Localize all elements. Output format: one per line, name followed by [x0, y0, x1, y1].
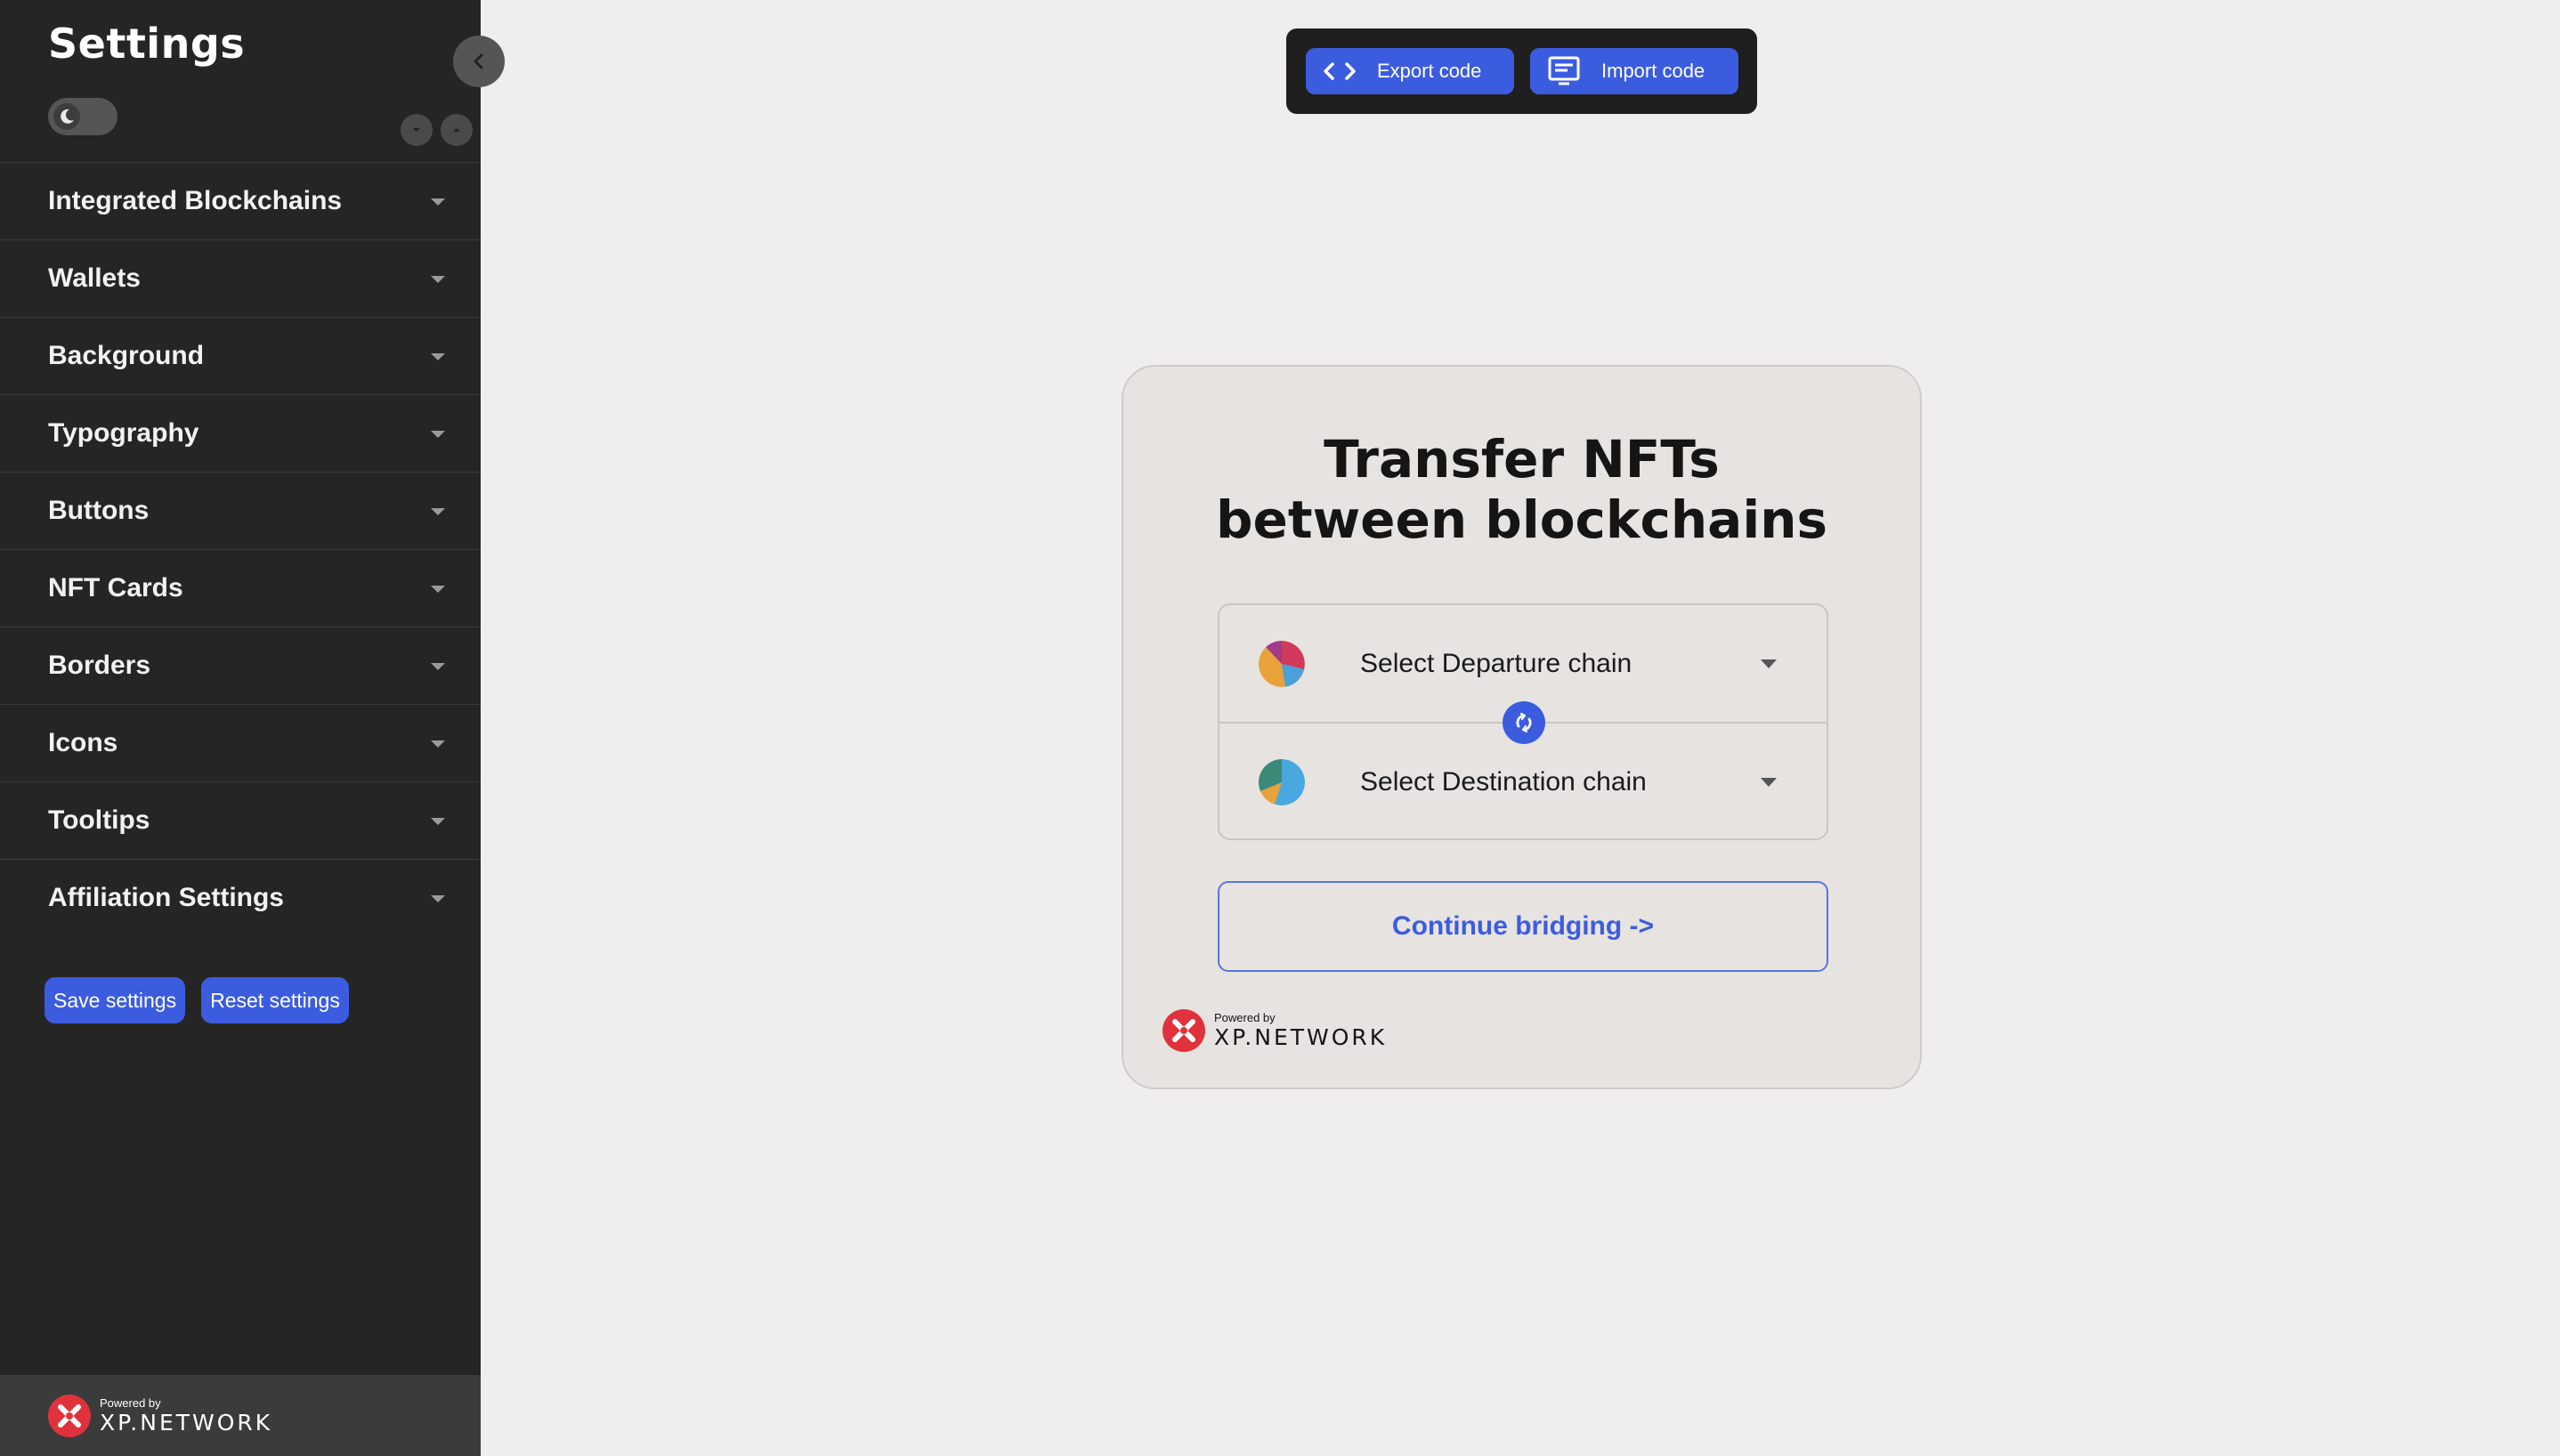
chevron-down-icon — [413, 128, 420, 132]
caret-down-icon — [431, 431, 445, 438]
menu-item-label: Affiliation Settings — [48, 883, 284, 912]
moon-icon — [53, 103, 80, 130]
menu-item-label: Background — [48, 341, 205, 370]
settings-menu: Integrated Blockchains Wallets Backgroun… — [0, 162, 481, 936]
caret-down-icon — [431, 353, 445, 360]
chevron-down-icon — [1761, 659, 1777, 668]
chevron-left-icon — [474, 53, 483, 69]
theme-toggle[interactable] — [48, 98, 117, 135]
export-code-button[interactable]: Export code — [1306, 48, 1514, 94]
chain-selector: Select Departure chain Select Destinatio… — [1218, 603, 1828, 840]
code-icon — [1324, 62, 1356, 80]
sidebar-footer: Powered by XP.NETWORK — [0, 1375, 481, 1456]
menu-item-typography[interactable]: Typography — [0, 394, 481, 472]
export-code-label: Export code — [1377, 60, 1482, 82]
menu-item-label: Buttons — [48, 496, 150, 525]
caret-down-icon — [431, 508, 445, 515]
destination-chain-select[interactable]: Select Destination chain — [1219, 724, 1827, 840]
xp-network-logo-icon — [1163, 1009, 1205, 1052]
powered-by-text: Powered by — [1214, 1011, 1276, 1024]
sidebar-actions: Save settings Reset settings — [45, 977, 349, 1023]
menu-item-label: Icons — [48, 728, 118, 757]
collapse-all-button[interactable] — [441, 114, 473, 146]
powered-by-text: Powered by — [100, 1396, 161, 1410]
caret-down-icon — [431, 276, 445, 283]
destination-chain-placeholder: Select Destination chain — [1360, 766, 1647, 797]
departure-chain-icon — [1259, 640, 1305, 687]
chevron-up-icon — [453, 128, 460, 132]
menu-item-integrated-blockchains[interactable]: Integrated Blockchains — [0, 162, 481, 239]
menu-item-label: Integrated Blockchains — [48, 186, 343, 215]
xp-network-logo: Powered by XP.NETWORK — [48, 1395, 272, 1437]
import-code-label: Import code — [1601, 60, 1705, 82]
xp-network-logo-icon — [48, 1395, 91, 1437]
menu-item-wallets[interactable]: Wallets — [0, 239, 481, 317]
menu-item-nft-cards[interactable]: NFT Cards — [0, 549, 481, 627]
caret-down-icon — [431, 586, 445, 593]
card-title: Transfer NFTs between blockchains — [1123, 429, 1920, 550]
menu-item-tooltips[interactable]: Tooltips — [0, 781, 481, 859]
menu-item-icons[interactable]: Icons — [0, 704, 481, 781]
card-title-line-2: between blockchains — [1215, 489, 1828, 550]
save-settings-button[interactable]: Save settings — [45, 977, 186, 1023]
brand-name: XP.NETWORK — [1214, 1024, 1388, 1050]
xp-network-logo: Powered by XP.NETWORK — [1163, 1009, 1387, 1052]
menu-item-label: Typography — [48, 418, 199, 448]
caret-down-icon — [431, 740, 445, 748]
menu-item-buttons[interactable]: Buttons — [0, 472, 481, 549]
departure-chain-placeholder: Select Departure chain — [1360, 648, 1632, 678]
import-icon — [1548, 56, 1580, 85]
caret-down-icon — [431, 663, 445, 670]
menu-item-borders[interactable]: Borders — [0, 627, 481, 704]
caret-down-icon — [431, 818, 445, 825]
brand-name: XP.NETWORK — [100, 1410, 273, 1436]
caret-down-icon — [431, 895, 445, 902]
menu-item-label: Tooltips — [48, 805, 150, 835]
bridge-card: Transfer NFTs between blockchains Select… — [1122, 365, 1922, 1089]
menu-item-label: Borders — [48, 651, 151, 680]
menu-item-affiliation-settings[interactable]: Affiliation Settings — [0, 859, 481, 936]
menu-item-background[interactable]: Background — [0, 317, 481, 394]
destination-chain-icon — [1259, 758, 1305, 805]
reset-settings-button[interactable]: Reset settings — [201, 977, 349, 1023]
card-title-line-1: Transfer NFTs — [1324, 429, 1720, 489]
menu-item-label: NFT Cards — [48, 573, 183, 603]
menu-item-label: Wallets — [48, 263, 141, 293]
import-code-button[interactable]: Import code — [1530, 48, 1738, 94]
chevron-down-icon — [1761, 777, 1777, 787]
caret-down-icon — [431, 198, 445, 206]
collapse-sidebar-button[interactable] — [453, 36, 505, 87]
continue-bridging-button[interactable]: Continue bridging -> — [1218, 881, 1828, 972]
code-toolbar: Export code Import code — [1286, 28, 1757, 114]
expand-all-button[interactable] — [401, 114, 433, 146]
settings-sidebar: Settings Integrated Blockchains Wallets … — [0, 0, 481, 1456]
sidebar-title: Settings — [48, 20, 246, 68]
